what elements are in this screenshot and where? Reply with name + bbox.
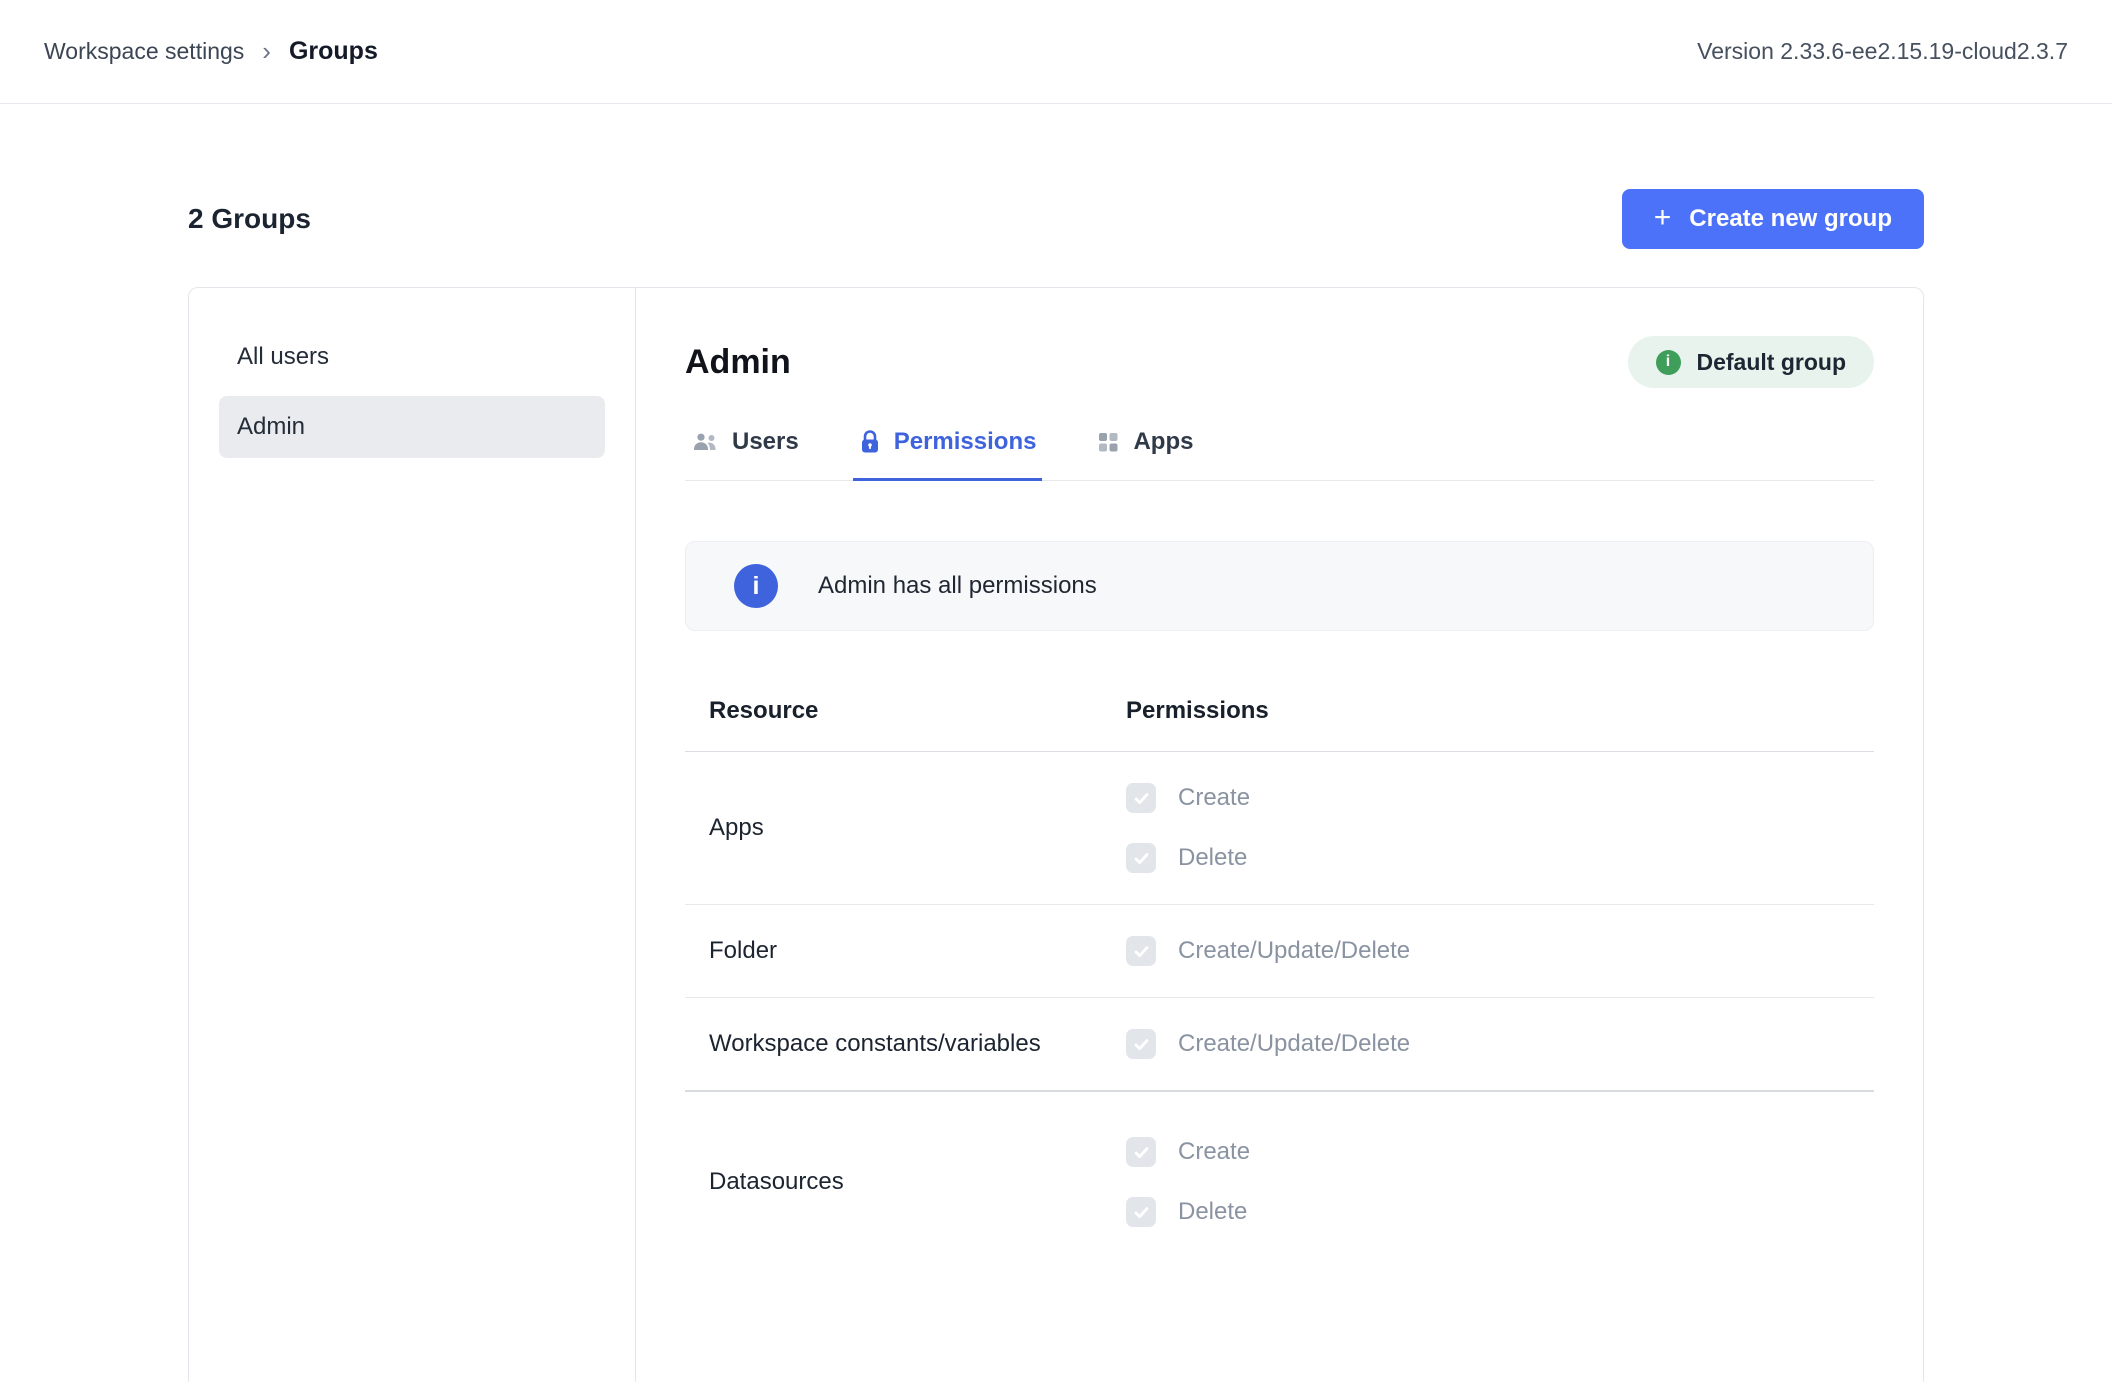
tab-permissions[interactable]: Permissions bbox=[853, 428, 1043, 481]
permissions-table: Resource Permissions Apps Create Delete Fol… bbox=[685, 671, 1874, 1258]
groups-count-heading: 2 Groups bbox=[188, 203, 311, 235]
default-group-badge: i Default group bbox=[1628, 336, 1875, 388]
resource-name: Apps bbox=[709, 814, 1126, 842]
chevron-right-icon: › bbox=[262, 38, 271, 64]
permissions-info-banner: i Admin has all permissions bbox=[685, 541, 1874, 631]
permission-row-workspace-constants-variables: Workspace constants/variables Create/Upda… bbox=[685, 998, 1874, 1092]
permission-options: Create/Update/Delete bbox=[1126, 921, 1874, 981]
permission-option: Create/Update/Delete bbox=[1126, 1014, 1874, 1074]
checkbox-create-update-delete[interactable] bbox=[1126, 936, 1156, 966]
permissions-column-header: Permissions bbox=[1126, 697, 1874, 725]
tab-apps-label: Apps bbox=[1133, 428, 1193, 456]
groups-page: 2 Groups + Create new group All users Adm… bbox=[0, 189, 2112, 1382]
apps-grid-icon bbox=[1096, 430, 1120, 454]
resource-column-header: Resource bbox=[709, 697, 1126, 725]
tab-users-label: Users bbox=[732, 428, 799, 456]
group-title: Admin bbox=[685, 343, 791, 382]
permission-label: Create/Update/Delete bbox=[1178, 1030, 1410, 1058]
panel-header: Admin i Default group bbox=[685, 336, 1874, 388]
groups-card: All users Admin Admin i Default group bbox=[188, 287, 1924, 1382]
create-new-group-label: Create new group bbox=[1689, 205, 1892, 233]
default-group-label: Default group bbox=[1697, 349, 1847, 376]
breadcrumb-groups: Groups bbox=[289, 37, 378, 66]
group-list-item-admin[interactable]: Admin bbox=[219, 396, 605, 458]
checkbox-delete[interactable] bbox=[1126, 843, 1156, 873]
checkbox-delete[interactable] bbox=[1126, 1197, 1156, 1227]
permission-label: Create bbox=[1178, 1138, 1250, 1166]
permission-option: Create bbox=[1126, 768, 1874, 828]
permission-options: Create Delete bbox=[1126, 768, 1874, 888]
tab-apps[interactable]: Apps bbox=[1090, 428, 1199, 481]
users-icon bbox=[691, 432, 719, 452]
checkbox-create[interactable] bbox=[1126, 783, 1156, 813]
permission-label: Delete bbox=[1178, 1198, 1247, 1226]
lock-icon bbox=[859, 429, 881, 455]
resource-name: Datasources bbox=[709, 1168, 1126, 1196]
permission-row-apps: Apps Create Delete bbox=[685, 752, 1874, 905]
permission-label: Create bbox=[1178, 784, 1250, 812]
top-bar: Workspace settings › Groups Version 2.33… bbox=[0, 0, 2112, 104]
resource-name: Folder bbox=[709, 937, 1126, 965]
table-body: Apps Create Delete Folder Create/Update/Dele… bbox=[685, 752, 1874, 1258]
breadcrumb-workspace-settings[interactable]: Workspace settings bbox=[44, 38, 244, 65]
checkbox-create-update-delete[interactable] bbox=[1126, 1029, 1156, 1059]
group-list: All users Admin bbox=[189, 288, 636, 1382]
permission-label: Create/Update/Delete bbox=[1178, 937, 1410, 965]
permission-label: Delete bbox=[1178, 844, 1247, 872]
permission-options: Create Delete bbox=[1126, 1122, 1874, 1242]
permission-option: Create/Update/Delete bbox=[1126, 921, 1874, 981]
info-banner-text: Admin has all permissions bbox=[818, 572, 1097, 600]
group-detail-panel: Admin i Default group bbox=[636, 288, 1923, 1382]
plus-icon: + bbox=[1654, 203, 1672, 233]
page-toolbar: 2 Groups + Create new group bbox=[188, 189, 1924, 249]
permission-options: Create/Update/Delete bbox=[1126, 1014, 1874, 1074]
resource-name: Workspace constants/variables bbox=[709, 1030, 1126, 1058]
permission-row-datasources: Datasources Create Delete bbox=[685, 1092, 1874, 1258]
permission-option: Create bbox=[1126, 1122, 1874, 1182]
info-icon: i bbox=[734, 564, 778, 608]
version-label: Version 2.33.6-ee2.15.19-cloud2.3.7 bbox=[1697, 38, 2068, 65]
breadcrumb: Workspace settings › Groups bbox=[44, 37, 378, 66]
checkbox-create[interactable] bbox=[1126, 1137, 1156, 1167]
permission-option: Delete bbox=[1126, 1182, 1874, 1242]
table-header-row: Resource Permissions bbox=[685, 671, 1874, 752]
permission-row-folder: Folder Create/Update/Delete bbox=[685, 905, 1874, 998]
group-list-item-all-users[interactable]: All users bbox=[219, 326, 605, 388]
group-tabs: Users Permissions bbox=[685, 428, 1874, 481]
tab-users[interactable]: Users bbox=[685, 428, 805, 481]
tab-permissions-label: Permissions bbox=[894, 428, 1037, 456]
create-new-group-button[interactable]: + Create new group bbox=[1622, 189, 1924, 249]
permission-option: Delete bbox=[1126, 828, 1874, 888]
info-icon-green: i bbox=[1656, 350, 1681, 375]
